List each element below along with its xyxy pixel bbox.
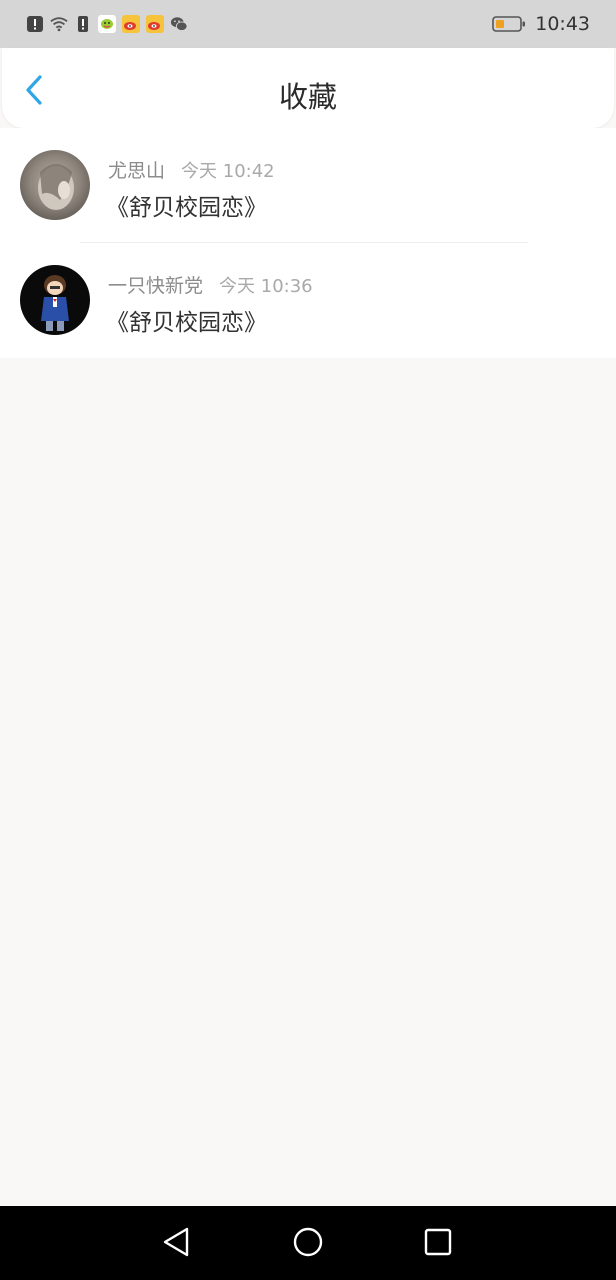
notification-icons xyxy=(26,15,188,33)
avatar[interactable] xyxy=(20,265,90,335)
username[interactable]: 一只快新党 xyxy=(108,271,203,298)
weibo-icon xyxy=(122,15,140,33)
system-nav-bar xyxy=(0,1206,616,1280)
recents-square-icon xyxy=(423,1227,453,1261)
avatar[interactable] xyxy=(20,150,90,220)
favorites-list: 尤思山 今天 10:42 《舒贝校园恋》 一只快新党 今天 10:36 《舒贝校… xyxy=(0,128,616,358)
list-item[interactable]: 尤思山 今天 10:42 《舒贝校园恋》 xyxy=(0,128,616,243)
nav-back-button[interactable] xyxy=(156,1224,196,1264)
nav-recents-button[interactable] xyxy=(418,1224,458,1264)
nav-home-button[interactable] xyxy=(288,1224,328,1264)
status-time: 10:43 xyxy=(535,13,590,35)
timestamp: 今天 10:42 xyxy=(181,161,275,182)
wechat-icon xyxy=(170,15,188,33)
favorite-title[interactable]: 《舒贝校园恋》 xyxy=(106,188,267,222)
alert-icon xyxy=(26,15,44,33)
weibo-icon xyxy=(146,15,164,33)
page-title: 收藏 xyxy=(278,80,337,114)
battery-icon xyxy=(491,15,527,33)
item-meta: 一只快新党 今天 10:36 xyxy=(108,271,313,298)
sim-alert-icon xyxy=(74,15,92,33)
status-bar: 10:43 xyxy=(0,0,616,48)
timestamp: 今天 10:36 xyxy=(219,276,313,297)
wifi-icon xyxy=(50,15,68,33)
list-item[interactable]: 一只快新党 今天 10:36 《舒贝校园恋》 xyxy=(0,243,616,358)
item-meta: 尤思山 今天 10:42 xyxy=(108,156,275,183)
home-circle-icon xyxy=(292,1226,324,1262)
chat-app-icon xyxy=(98,15,116,33)
username[interactable]: 尤思山 xyxy=(108,156,165,183)
header-bar: 收藏 xyxy=(2,48,614,128)
favorite-title[interactable]: 《舒贝校园恋》 xyxy=(106,303,267,337)
back-triangle-icon xyxy=(161,1226,191,1262)
status-right: 10:43 xyxy=(491,13,590,35)
